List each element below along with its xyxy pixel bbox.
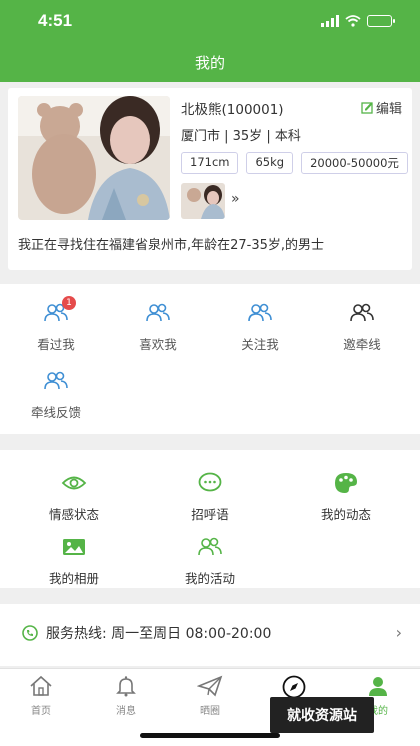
palette-icon: [335, 473, 357, 493]
users-icon: [350, 303, 374, 322]
greeting-item[interactable]: 招呼语: [170, 470, 250, 523]
signal-icon: [321, 15, 339, 27]
match-feedback-item[interactable]: 牵线反馈: [16, 368, 96, 421]
viewed-me-item[interactable]: 1 看过我: [16, 296, 96, 353]
height-tag: 171cm: [181, 152, 239, 174]
feature-section: 情感状态 招呼语 我的动态 我的相册 我的活动: [0, 450, 420, 588]
users-icon: [198, 537, 222, 556]
followed-me-item[interactable]: 关注我: [220, 300, 300, 353]
bell-icon: [116, 676, 136, 697]
home-icon: [30, 675, 52, 696]
profile-card[interactable]: 北极熊(100001) 编辑 厦门市 | 35岁 | 本科 171cm 65kg…: [8, 88, 412, 270]
status-icons: [321, 15, 395, 27]
my-album-item[interactable]: 我的相册: [34, 534, 114, 587]
my-activities-label: 我的活动: [184, 571, 235, 586]
hotline-text: 服务热线: 周一至周日 08:00-20:00: [46, 626, 272, 642]
tab-home-label: 首页: [31, 706, 51, 717]
tab-messages-label: 消息: [116, 706, 136, 717]
edit-label: 编辑: [375, 102, 402, 117]
app-header: 4:51 我的: [0, 0, 420, 82]
weight-tag: 65kg: [246, 152, 294, 174]
profile-photo[interactable]: [18, 96, 170, 220]
users-icon: [44, 371, 68, 390]
my-album-label: 我的相册: [48, 571, 99, 586]
tab-moments[interactable]: 晒圈: [175, 675, 245, 717]
tab-messages[interactable]: 消息: [91, 675, 161, 717]
status-bar: 4:51: [38, 10, 395, 32]
notification-badge: 1: [62, 296, 76, 310]
home-indicator: [140, 733, 280, 738]
profile-tags: 171cm 65kg 20000-50000元: [181, 152, 408, 174]
user-icon: [369, 677, 387, 696]
profile-info: 厦门市 | 35岁 | 本科: [181, 129, 301, 144]
users-icon: [248, 303, 272, 322]
chat-bubble-icon: [198, 472, 222, 492]
watermark: 就收资源站: [270, 697, 374, 733]
viewed-me-label: 看过我: [37, 337, 75, 352]
emotion-status-item[interactable]: 情感状态: [34, 470, 114, 523]
tab-home[interactable]: 首页: [6, 675, 76, 717]
invite-matchmaker-item[interactable]: 邀牵线: [322, 300, 402, 353]
hotline-row[interactable]: 服务热线: 周一至周日 08:00-20:00 ›: [0, 604, 420, 666]
chevron-right-icon: ›: [395, 623, 402, 642]
greeting-label: 招呼语: [191, 507, 229, 522]
liked-me-item[interactable]: 喜欢我: [118, 300, 198, 353]
eye-icon: [61, 476, 87, 490]
income-tag: 20000-50000元: [301, 152, 408, 174]
wifi-icon: [345, 15, 361, 27]
users-icon: [146, 303, 170, 322]
my-activities-item[interactable]: 我的活动: [170, 534, 250, 587]
tab-moments-label: 晒圈: [200, 706, 220, 717]
compass-icon: [282, 675, 306, 699]
liked-me-label: 喜欢我: [139, 337, 177, 352]
edit-button[interactable]: 编辑: [361, 98, 402, 117]
photo-icon: [63, 539, 85, 555]
battery-icon: [367, 15, 395, 27]
profile-description: 我正在寻找住在福建省泉州市,年龄在27-35岁,的男士: [18, 238, 325, 253]
photo-thumbnail[interactable]: [181, 183, 225, 219]
more-photos-arrow[interactable]: »: [231, 191, 240, 207]
invite-matchmaker-label: 邀牵线: [343, 337, 381, 352]
my-moments-item[interactable]: 我的动态: [306, 470, 386, 523]
followed-me-label: 关注我: [241, 337, 279, 352]
visitor-section: 1 看过我 喜欢我 关注我 邀牵线 牵线反馈: [0, 284, 420, 434]
profile-name: 北极熊(100001): [181, 102, 284, 118]
emotion-status-label: 情感状态: [48, 507, 99, 522]
page-title: 我的: [194, 54, 225, 72]
edit-icon: [361, 102, 373, 114]
status-time: 4:51: [38, 11, 73, 30]
paper-plane-icon: [196, 675, 223, 697]
match-feedback-label: 牵线反馈: [30, 405, 81, 420]
phone-icon: [22, 625, 38, 641]
my-moments-label: 我的动态: [320, 507, 371, 522]
